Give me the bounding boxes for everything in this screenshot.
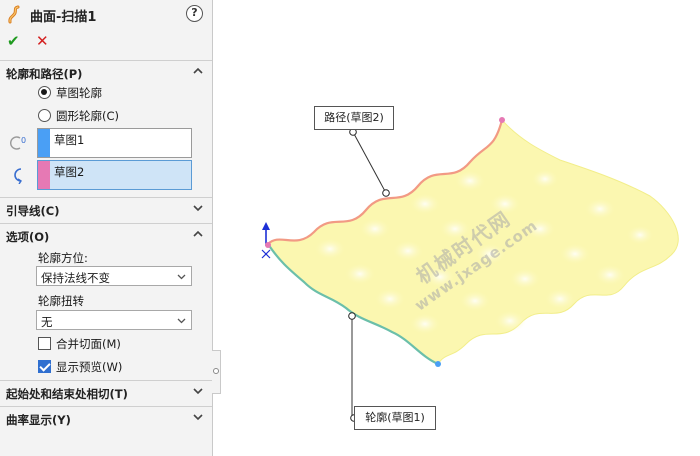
callout-anchor-icon [382, 189, 390, 197]
radio-sketch-profile-label: 草图轮廓 [56, 86, 102, 100]
path-callout[interactable]: 路径(草图2) [314, 106, 394, 130]
callout-anchor-icon [348, 312, 356, 320]
profile-endpoint [435, 361, 441, 367]
section-label: 起始处和结束处相切(T) [6, 387, 128, 401]
show-preview-label: 显示预览(W) [56, 360, 123, 374]
section-guide-curves-header[interactable]: 引导线(C) [0, 197, 212, 221]
chevron-down-icon [193, 414, 203, 421]
path-color-swatch [38, 161, 50, 189]
radio-circle-profile[interactable] [38, 109, 51, 122]
chevron-down-icon [193, 388, 203, 395]
section-curvature-header[interactable]: 曲率显示(Y) [0, 406, 212, 430]
path-callout-leader [352, 131, 387, 194]
sweep-surface-icon [8, 5, 20, 24]
section-label: 轮廓和路径(P) [6, 67, 83, 81]
chevron-down-icon [177, 318, 186, 324]
ok-button[interactable]: ✔ [7, 32, 20, 50]
sweep-preview [261, 117, 679, 422]
help-button[interactable]: ? [186, 5, 203, 22]
merge-faces-label: 合并切面(M) [56, 337, 121, 351]
orientation-value: 保持法线不变 [41, 271, 110, 285]
page-title: 曲面-扫描1 [30, 10, 97, 25]
graphics-area[interactable]: 路径(草图2) 轮廓(草图1) [214, 0, 700, 456]
triad-icon [261, 222, 271, 259]
property-manager: 曲面-扫描1 ? ✔ ✕ 轮廓和路径(P) 草图轮廓 圆形轮廓(C) 0 草图1… [0, 0, 213, 456]
chevron-down-icon [177, 274, 186, 280]
orientation-select[interactable]: 保持法线不变 [36, 266, 192, 286]
twist-label: 轮廓扭转 [38, 294, 84, 308]
profile-color-swatch [38, 129, 50, 157]
orientation-label: 轮廓方位: [38, 251, 88, 265]
show-preview-checkbox[interactable] [38, 360, 51, 373]
merge-faces-checkbox[interactable] [38, 337, 51, 350]
radio-sketch-profile[interactable] [38, 86, 51, 99]
radio-circle-profile-label: 圆形轮廓(C) [56, 109, 120, 123]
twist-select[interactable]: 无 [36, 310, 192, 330]
profile-selection-value: 草图1 [54, 133, 85, 147]
chevron-up-icon [193, 230, 203, 237]
path-selection-box[interactable]: 草图2 [37, 160, 192, 190]
path-selection-value: 草图2 [54, 165, 85, 179]
section-options-header[interactable]: 选项(O) [0, 223, 212, 247]
profile-selection-icon: 0 [10, 136, 26, 150]
section-label: 引导线(C) [6, 204, 60, 218]
section-tangency-header[interactable]: 起始处和结束处相切(T) [0, 380, 212, 404]
path-endpoint [499, 117, 505, 123]
title-bar: 曲面-扫描1 ? [0, 0, 212, 28]
section-label: 曲率显示(Y) [6, 413, 71, 427]
chevron-up-icon [193, 67, 203, 74]
cancel-button[interactable]: ✕ [36, 32, 49, 50]
chevron-down-icon [193, 205, 203, 212]
section-label: 选项(O) [6, 230, 50, 244]
profile-selection-box[interactable]: 草图1 [37, 128, 192, 158]
path-selection-icon [14, 168, 22, 184]
twist-value: 无 [41, 315, 53, 329]
section-profile-path-header[interactable]: 轮廓和路径(P) [0, 60, 212, 84]
profile-callout[interactable]: 轮廓(草图1) [354, 406, 436, 430]
svg-text:0: 0 [21, 136, 26, 145]
